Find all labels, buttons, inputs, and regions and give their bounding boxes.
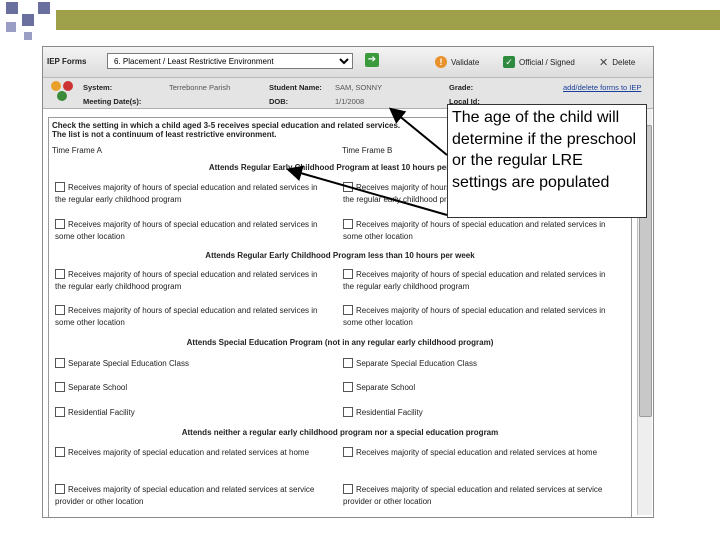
arrow-to-section-header: [286, 165, 448, 216]
arrow-to-dob: [388, 107, 448, 156]
callout-arrows: [286, 107, 448, 216]
